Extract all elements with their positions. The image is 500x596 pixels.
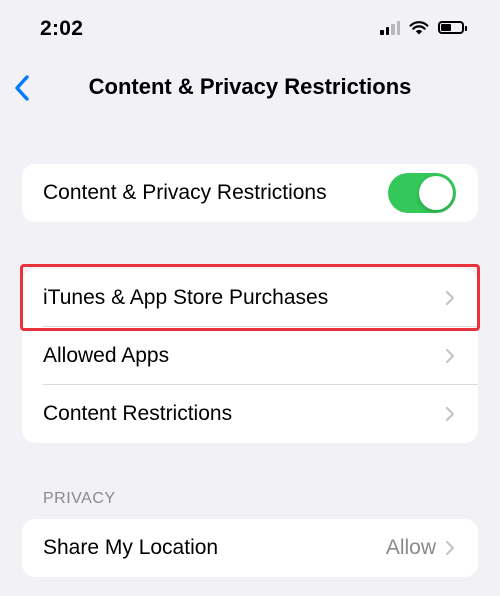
row-label: Content Restrictions <box>43 402 233 425</box>
wifi-icon <box>409 21 429 35</box>
cellular-signal-icon <box>380 20 400 35</box>
privacy-section-header: PRIVACY <box>43 490 116 507</box>
row-label: iTunes & App Store Purchases <box>43 286 329 309</box>
row-label: Share My Location <box>43 536 219 559</box>
content-privacy-toggle-row: Content & Privacy Restrictions <box>22 164 478 222</box>
privacy-group: Share My Location Allow <box>22 519 478 577</box>
itunes-app-store-purchases-row[interactable]: iTunes & App Store Purchases <box>22 269 478 327</box>
toggle-label: Content & Privacy Restrictions <box>43 181 327 204</box>
chevron-right-icon <box>444 405 456 423</box>
content-restrictions-row[interactable]: Content Restrictions <box>22 385 478 443</box>
battery-level <box>441 24 451 31</box>
chevron-right-icon <box>444 289 456 307</box>
chevron-right-icon <box>444 347 456 365</box>
status-bar: 2:02 <box>0 0 500 60</box>
toggle-knob <box>419 176 453 210</box>
navigation-bar: Content & Privacy Restrictions <box>0 60 500 118</box>
main-toggle-group: Content & Privacy Restrictions <box>22 164 478 222</box>
row-value: Allow <box>385 536 436 559</box>
status-time: 2:02 <box>40 17 84 40</box>
allowed-apps-row[interactable]: Allowed Apps <box>22 327 478 385</box>
store-settings-group: iTunes & App Store Purchases Allowed App… <box>22 269 478 443</box>
share-my-location-row[interactable]: Share My Location Allow <box>22 519 478 577</box>
row-label: Allowed Apps <box>43 344 170 367</box>
status-icons <box>380 20 467 35</box>
chevron-right-icon <box>444 539 456 557</box>
battery-icon <box>438 21 467 34</box>
content-privacy-toggle[interactable] <box>388 173 456 213</box>
page-title: Content & Privacy Restrictions <box>88 74 412 99</box>
